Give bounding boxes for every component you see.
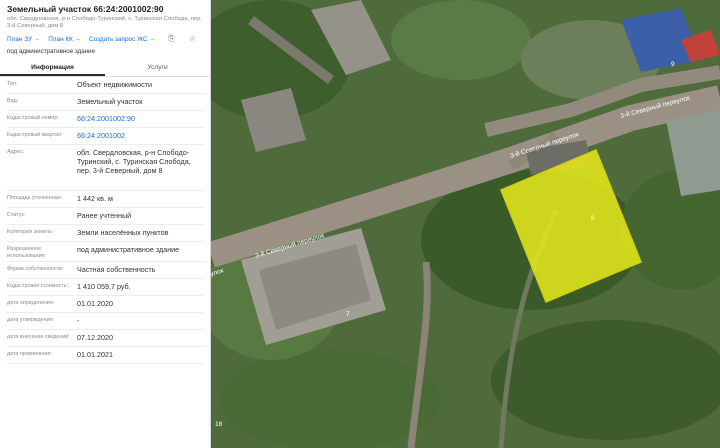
house-number: 18: [215, 421, 223, 428]
property-label: дата внесения сведений:: [7, 334, 70, 340]
property-row: Разрешенное использование: под администра…: [7, 242, 204, 262]
property-row: Кадастровый номер: 66:24:2001002:90: [7, 111, 204, 128]
property-list: Тип: Объект недвижимости Вид: Земельный уча…: [0, 77, 210, 364]
property-value: 1 410 059,7 руб.: [77, 282, 131, 291]
property-row: дата определения: 01.01.2020: [7, 296, 204, 313]
property-row: дата внесения сведений: 07.12.2020: [7, 330, 204, 347]
parcel-address: обл. Свердловская, р-н Слободо-Туринский…: [7, 16, 202, 29]
property-value: Объект недвижимости: [77, 80, 152, 89]
property-row: Площадь уточненная: 1 442 кв. м: [7, 191, 204, 208]
house-number: 9: [671, 61, 675, 68]
property-label: Кадастровый номер:: [7, 115, 59, 121]
property-label: дата применения:: [7, 351, 52, 357]
property-label: Кадастровая стоимость:: [7, 283, 68, 289]
property-label: Статус:: [7, 212, 26, 218]
plan-kk-link[interactable]: План КК →: [48, 36, 81, 43]
property-label: дата утверждения:: [7, 317, 55, 323]
property-row: Адрес: обл. Свердловская, р-н Слободо-Тур…: [7, 145, 204, 191]
property-value: под административное здание: [77, 245, 180, 254]
tab-info[interactable]: Информация: [0, 60, 105, 76]
panel-header: Земельный участок 66:24:2001002:90 обл. …: [0, 0, 210, 55]
property-value: Частная собственность: [77, 265, 156, 274]
property-label: Форма собственности:: [7, 266, 64, 272]
parcel-title: Земельный участок 66:24:2001002:90: [7, 4, 164, 14]
create-request-link[interactable]: Создать запрос ЖС →: [89, 36, 156, 43]
property-link[interactable]: 66:24:2001002: [77, 128, 204, 140]
tab-bar: Информация Услуги: [0, 60, 210, 77]
property-value: Ранее учтенный: [77, 211, 132, 220]
house-number: 7: [346, 311, 350, 318]
property-value: -: [77, 316, 80, 325]
property-value: Земельный участок: [77, 97, 143, 106]
property-label: Вид:: [7, 98, 19, 104]
property-row: Кадастровая стоимость: 1 410 059,7 руб.: [7, 279, 204, 296]
property-row: Форма собственности: Частная собственност…: [7, 262, 204, 279]
property-value: Земли населённых пунктов: [77, 228, 169, 237]
property-link[interactable]: 66:24:2001002:90: [77, 111, 204, 123]
property-row: Кадастровый квартал: 66:24:2001002: [7, 128, 204, 145]
share-icon[interactable]: ⎘: [168, 34, 174, 44]
property-label: Тип:: [7, 81, 18, 87]
property-value: 07.12.2020: [77, 333, 113, 342]
property-value: 1 442 кв. м: [77, 194, 113, 203]
property-value: обл. Свердловская, р-н Слободо-Туринский…: [77, 148, 191, 175]
property-label: Площадь уточненная:: [7, 195, 63, 201]
property-label: Категория земель:: [7, 229, 54, 235]
property-row: Вид: Земельный участок: [7, 94, 204, 111]
info-panel: Земельный участок 66:24:2001002:90 обл. …: [0, 0, 211, 448]
property-row: Категория земель: Земли населённых пункто…: [7, 225, 204, 242]
header-icons: ⎘ ☆: [168, 34, 204, 44]
property-label: дата определения:: [7, 300, 55, 306]
satellite-map[interactable]: 3-й Северный переулок 3-й Северный переу…: [211, 0, 720, 448]
property-label: Адрес:: [7, 149, 24, 155]
property-label: Кадастровый квартал:: [7, 132, 63, 138]
action-links: План ЗУ → План КК → Создать запрос ЖС → …: [7, 34, 204, 44]
property-value: 01.01.2020: [77, 299, 113, 308]
parcel-purpose: под административное здание: [7, 48, 95, 55]
tab-services[interactable]: Услуги: [105, 60, 210, 76]
map-canvas[interactable]: 3-й Северный переулок 3-й Северный переу…: [211, 0, 720, 448]
property-row: Статус: Ранее учтенный: [7, 208, 204, 225]
property-value: 01.01.2021: [77, 350, 113, 359]
favorite-icon[interactable]: ☆: [189, 34, 196, 44]
property-row: дата утверждения: -: [7, 313, 204, 330]
property-label: Разрешенное использование:: [7, 246, 47, 259]
plan-zu-link[interactable]: План ЗУ →: [7, 36, 40, 43]
property-row: дата применения: 01.01.2021: [7, 347, 204, 364]
house-number: 8: [591, 215, 595, 222]
property-row: Тип: Объект недвижимости: [7, 77, 204, 94]
